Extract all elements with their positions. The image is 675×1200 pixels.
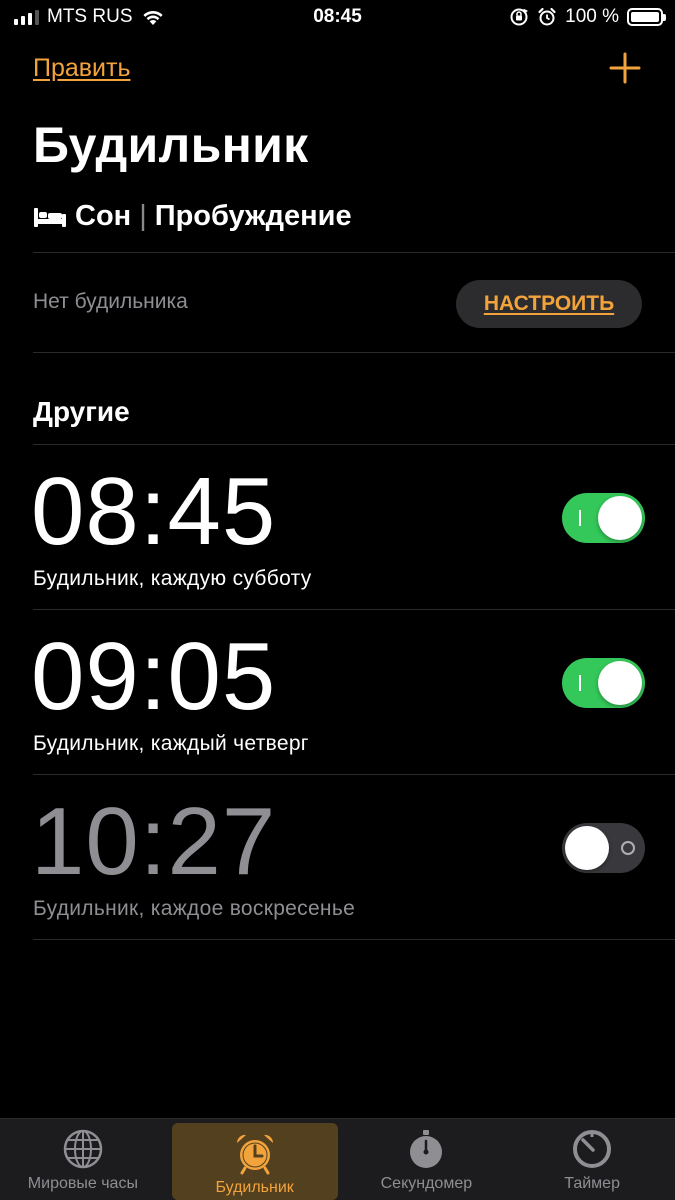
status-right: 100 % xyxy=(509,6,666,28)
alarm-label: Будильник, каждую субботу xyxy=(33,567,312,590)
sleep-wake-header: Сон | Пробуждение xyxy=(33,200,352,233)
alarm-toggle[interactable] xyxy=(562,658,645,708)
battery-icon xyxy=(627,8,666,26)
alarm-status-icon xyxy=(538,7,556,26)
tab-label: Секундомер xyxy=(380,1175,473,1192)
alarm-time: 08:45 xyxy=(31,458,277,565)
tab-bar: Мировые часы Будильник Секундомер Таймер xyxy=(0,1118,675,1200)
alarm-row[interactable]: 10:27 Будильник, каждое воскресенье xyxy=(0,775,675,940)
alarm-toggle[interactable] xyxy=(562,493,645,543)
tab-timer[interactable]: Таймер xyxy=(509,1119,675,1200)
setup-button[interactable]: НАСТРОИТЬ xyxy=(456,280,642,328)
toggle-on-mark xyxy=(579,510,581,526)
battery-percentage: 100 % xyxy=(565,6,619,27)
alarm-clock-icon xyxy=(236,1134,273,1175)
alarm-toggle[interactable] xyxy=(562,823,645,873)
globe-icon xyxy=(63,1129,103,1169)
section-title-others: Другие xyxy=(33,396,130,427)
add-alarm-button[interactable] xyxy=(609,52,641,84)
edit-button[interactable]: Править xyxy=(33,54,131,83)
tab-world-clock[interactable]: Мировые часы xyxy=(0,1119,166,1200)
wake-label: Пробуждение xyxy=(154,200,352,232)
alarm-label: Будильник, каждое воскресенье xyxy=(33,897,356,920)
tab-stopwatch[interactable]: Секундомер xyxy=(344,1119,510,1200)
stopwatch-icon xyxy=(410,1130,443,1168)
alarm-row[interactable]: 09:05 Будильник, каждый четверг xyxy=(0,610,675,775)
tab-label: Таймер xyxy=(564,1175,620,1192)
divider xyxy=(33,252,675,253)
alarm-time: 09:05 xyxy=(31,623,277,730)
bed-icon xyxy=(34,207,66,227)
tab-label: Будильник xyxy=(215,1179,294,1196)
orientation-lock-icon xyxy=(510,8,529,26)
toggle-knob xyxy=(565,826,609,870)
toggle-on-mark xyxy=(579,675,581,691)
tab-label: Мировые часы xyxy=(27,1175,138,1192)
sleep-label: Сон xyxy=(75,200,132,232)
toggle-knob xyxy=(598,496,642,540)
sleep-separator: | xyxy=(139,200,147,232)
toggle-knob xyxy=(598,661,642,705)
toggle-off-mark xyxy=(621,841,635,855)
no-alarm-text: Нет будильника xyxy=(33,290,188,313)
divider xyxy=(33,939,675,940)
status-bar: MTS RUS 08:45 100 % xyxy=(0,0,675,36)
divider xyxy=(33,352,675,353)
timer-icon xyxy=(573,1130,612,1168)
alarm-row[interactable]: 08:45 Будильник, каждую субботу xyxy=(0,445,675,610)
alarm-time: 10:27 xyxy=(31,788,277,895)
tab-alarm[interactable]: Будильник xyxy=(171,1123,338,1200)
alarm-label: Будильник, каждый четверг xyxy=(33,732,309,755)
page-title: Будильник xyxy=(33,117,309,173)
